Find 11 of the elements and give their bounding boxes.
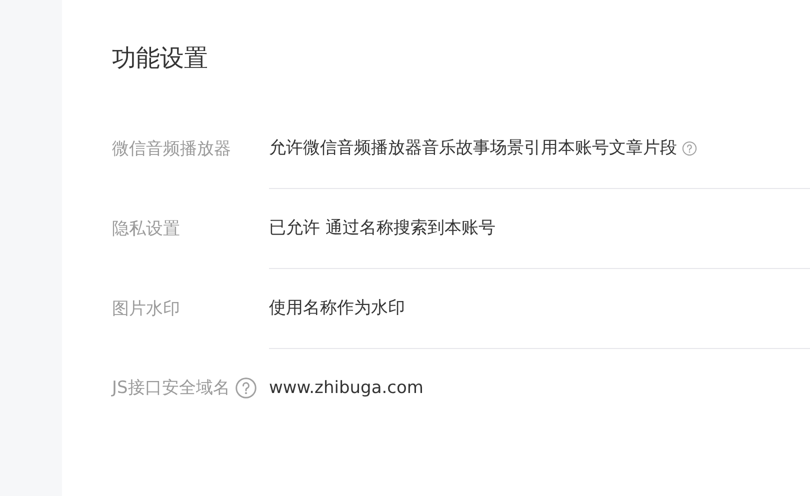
setting-label: 图片水印 xyxy=(112,298,181,320)
help-icon[interactable] xyxy=(235,377,257,399)
setting-value: 已允许 通过名称搜索到本账号 xyxy=(269,217,496,240)
help-icon[interactable] xyxy=(682,141,697,156)
setting-label: 隐私设置 xyxy=(112,218,181,240)
setting-label: 微信音频播放器 xyxy=(112,138,232,160)
page-title: 功能设置 xyxy=(112,43,209,74)
setting-value: 允许微信音频播放器音乐故事场景引用本账号文章片段 xyxy=(269,137,677,160)
setting-value: www.zhibuga.com xyxy=(269,377,424,400)
setting-value: 使用名称作为水印 xyxy=(269,297,405,320)
setting-label: JS接口安全域名 xyxy=(112,377,231,400)
